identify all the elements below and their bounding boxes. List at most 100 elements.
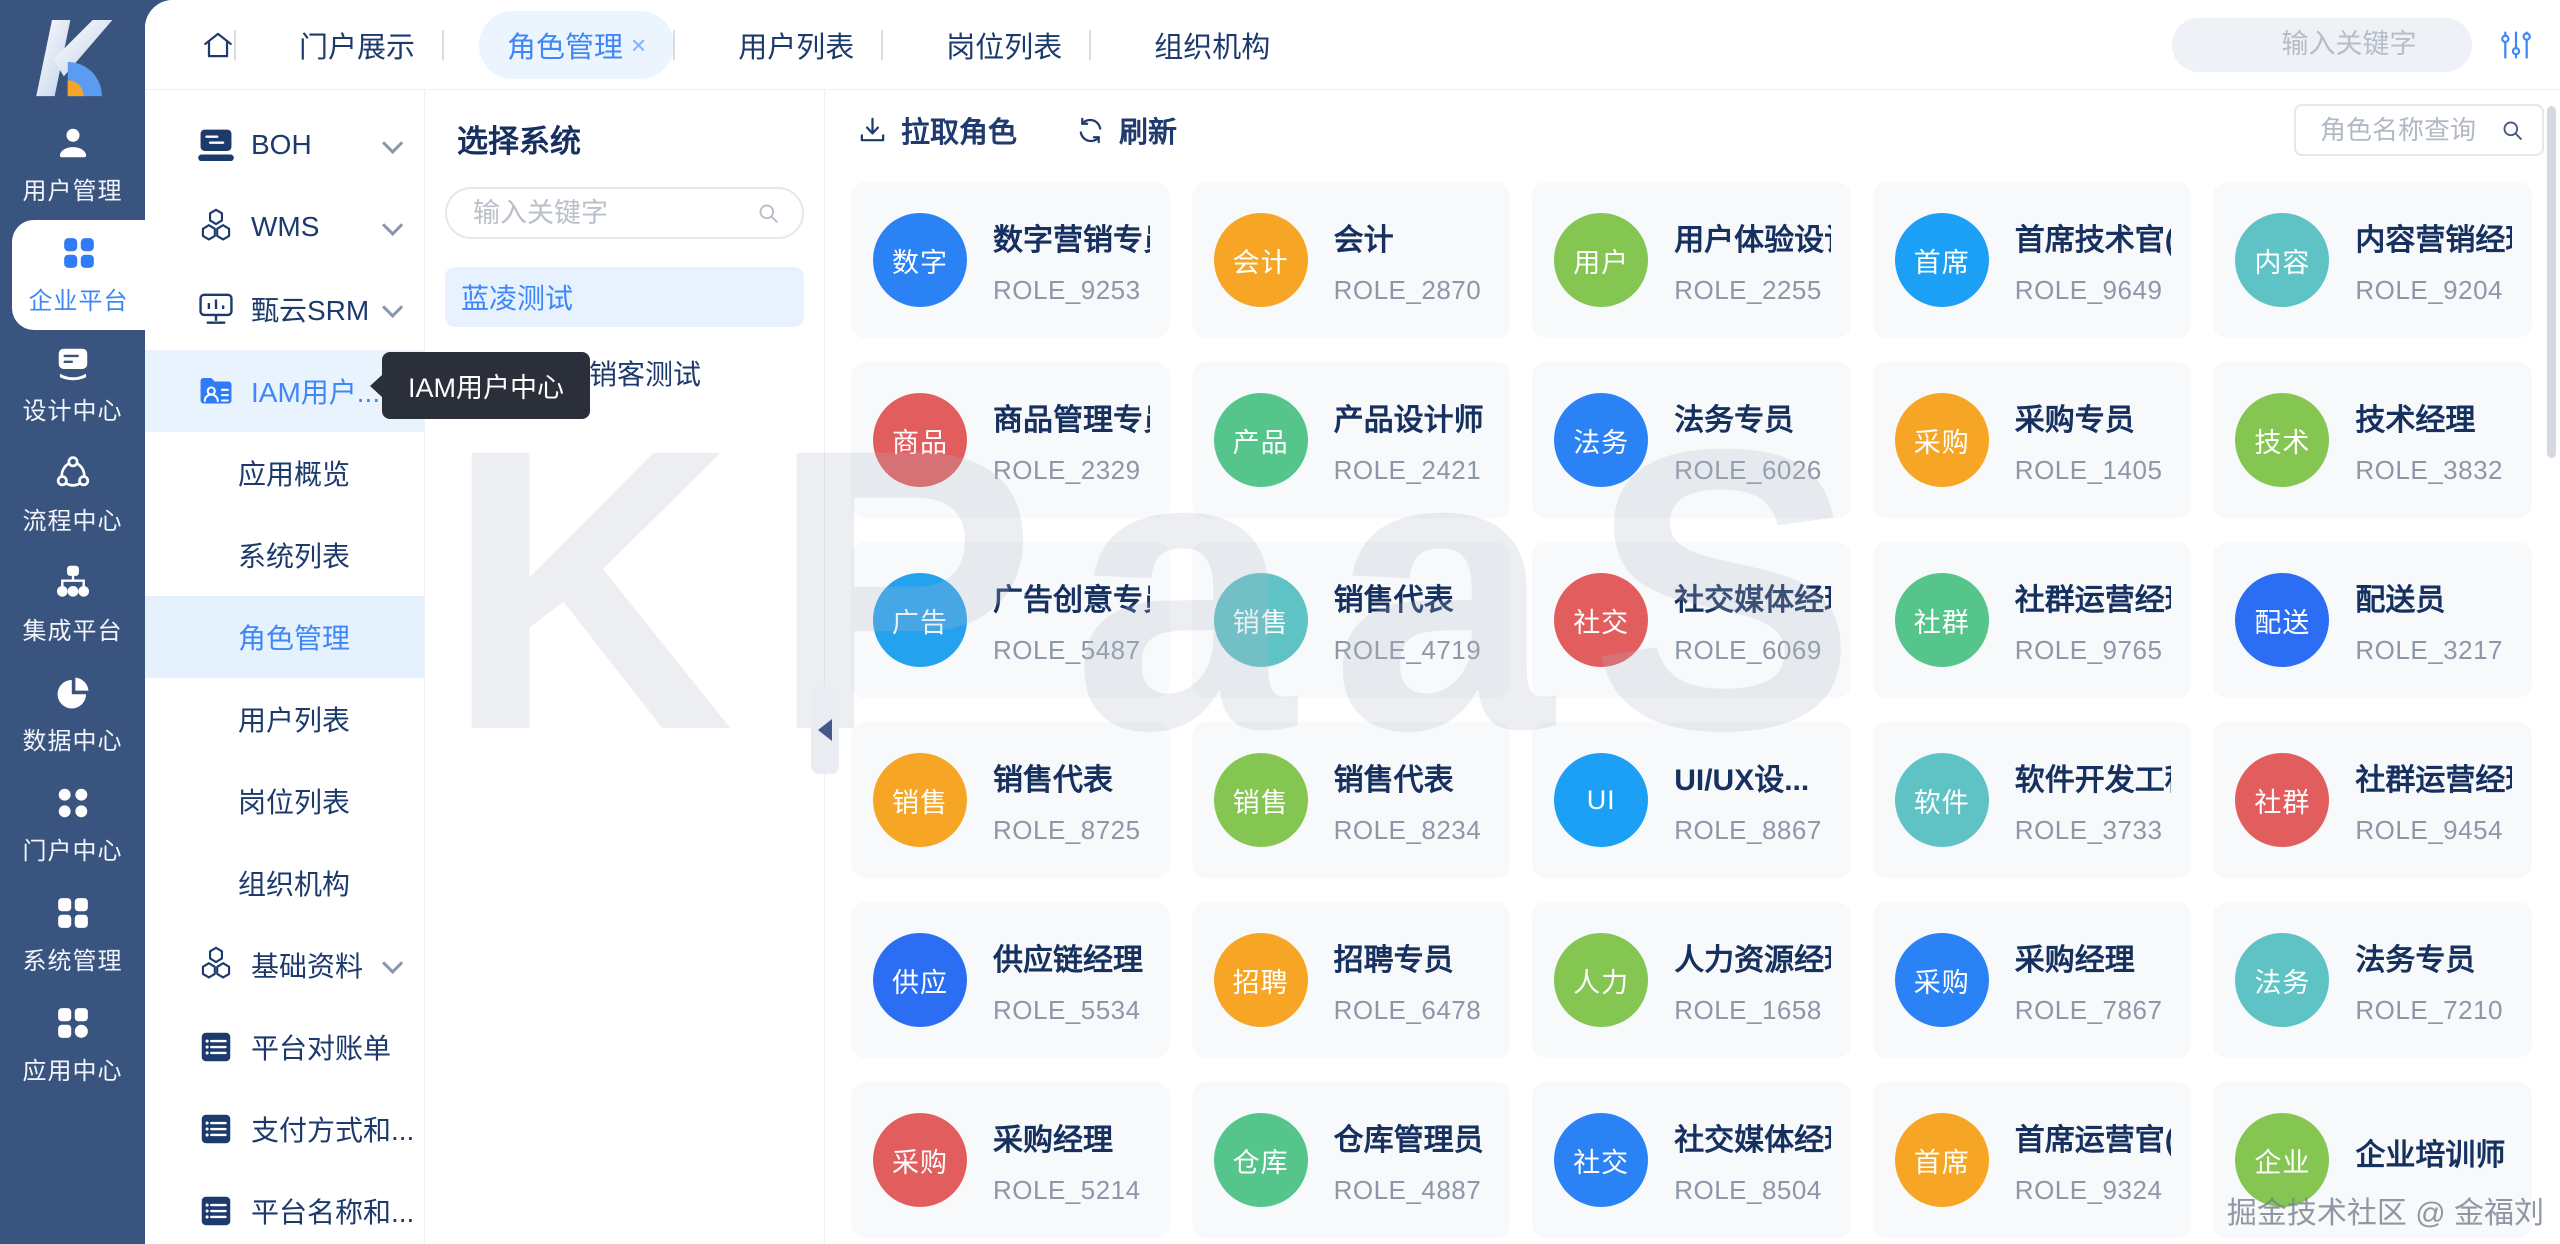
role-avatar: 采购 bbox=[1895, 933, 1989, 1027]
menu-item[interactable]: 平台对账单 bbox=[145, 1006, 424, 1088]
vertical-scrollbar-thumb[interactable] bbox=[2547, 106, 2556, 458]
system-search[interactable] bbox=[445, 187, 804, 239]
menu-item[interactable]: 应用概览 bbox=[145, 432, 424, 514]
workspace-tab[interactable]: 组织机构 × bbox=[1126, 11, 1298, 79]
role-card[interactable]: 销售 销售代表 ROLE_8234 bbox=[1192, 722, 1511, 878]
role-card[interactable]: 供应 供应链经理 ROLE_5534 bbox=[851, 902, 1170, 1058]
role-card[interactable]: 首席 首席运营官(... ROLE_9324 bbox=[1873, 1082, 2192, 1238]
role-card[interactable]: 产品 产品设计师 ROLE_2421 bbox=[1192, 362, 1511, 518]
role-card-info: 法务专员 ROLE_6026 bbox=[1674, 395, 1822, 486]
chevron-down-icon[interactable] bbox=[382, 132, 403, 153]
role-card[interactable]: 人力 人力资源经理 ROLE_1658 bbox=[1532, 902, 1851, 1058]
role-card[interactable]: 社群 社群运营经理 ROLE_9765 bbox=[1873, 542, 2192, 698]
chevron-down-icon[interactable] bbox=[382, 296, 403, 317]
menu-item[interactable]: 系统列表 bbox=[145, 514, 424, 596]
role-card[interactable]: 招聘 招聘专员 ROLE_6478 bbox=[1192, 902, 1511, 1058]
menu-item[interactable]: 平台名称和... bbox=[145, 1170, 424, 1244]
role-avatar: 法务 bbox=[1554, 393, 1648, 487]
role-avatar: 社交 bbox=[1554, 1113, 1648, 1207]
menu-item[interactable]: 用户列表 bbox=[145, 678, 424, 760]
role-card[interactable]: 数字 数字营销专员 ROLE_9253 bbox=[851, 182, 1170, 338]
tab-label: 用户列表 bbox=[738, 24, 854, 66]
menu-item[interactable]: 组织机构 bbox=[145, 842, 424, 924]
menu-tooltip: IAM用户中心 bbox=[382, 352, 590, 419]
panel-collapse-handle[interactable] bbox=[811, 686, 839, 774]
menu-item[interactable]: 岗位列表 bbox=[145, 760, 424, 842]
role-name-search-input[interactable] bbox=[2320, 115, 2499, 146]
chevron-down-icon[interactable] bbox=[382, 214, 403, 235]
menu-item[interactable]: WMS bbox=[145, 186, 424, 268]
rail-nav-item[interactable]: 门户中心 bbox=[0, 770, 145, 880]
menu-item[interactable]: 甄云SRM bbox=[145, 268, 424, 350]
role-title: 采购经理 bbox=[2015, 935, 2163, 979]
toolbar-action-button[interactable]: 拉取角色 bbox=[857, 109, 1017, 151]
workspace-tab[interactable]: 岗位列表 × bbox=[918, 11, 1090, 79]
role-card-info: 仓库管理员 ROLE_4887 bbox=[1334, 1115, 1484, 1206]
role-card[interactable]: 商品 商品管理专员 ROLE_2329 bbox=[851, 362, 1170, 518]
system-list-item[interactable]: 蓝凌测试 bbox=[445, 267, 804, 327]
home-button[interactable] bbox=[201, 28, 235, 62]
rail-nav-item[interactable]: 集成平台 bbox=[0, 550, 145, 660]
role-card[interactable]: 销售 销售代表 ROLE_8725 bbox=[851, 722, 1170, 878]
role-card[interactable]: 采购 采购经理 ROLE_7867 bbox=[1873, 902, 2192, 1058]
role-card[interactable]: 社群 社群运营经理 ROLE_9454 bbox=[2213, 722, 2532, 878]
rail-nav-label: 门户中心 bbox=[23, 831, 123, 866]
rail-nav-item[interactable]: 企业平台 bbox=[12, 220, 145, 330]
role-name-search[interactable] bbox=[2294, 104, 2544, 156]
role-code: ROLE_9765 bbox=[2015, 635, 2172, 666]
content-area: 门户展示 × 角色管理 × 用户列表 × 岗位列表 × bbox=[145, 0, 2560, 1244]
role-card[interactable]: 首席 首席技术官(... ROLE_9649 bbox=[1873, 182, 2192, 338]
role-avatar: 配送 bbox=[2235, 573, 2329, 667]
role-card[interactable]: UI UI/UX设... ROLE_8867 bbox=[1532, 722, 1851, 878]
role-code: ROLE_1658 bbox=[1674, 995, 1831, 1026]
global-search-input[interactable] bbox=[2172, 29, 2526, 60]
role-card-info: 销售代表 ROLE_8234 bbox=[1334, 755, 1482, 846]
rail-nav-item[interactable]: 应用中心 bbox=[0, 990, 145, 1100]
role-card[interactable]: 企业 企业培训师 bbox=[2213, 1082, 2532, 1238]
workspace-tab[interactable]: 门户展示 × bbox=[271, 11, 443, 79]
role-card[interactable]: 采购 采购经理 ROLE_5214 bbox=[851, 1082, 1170, 1238]
menu-item[interactable]: 支付方式和... bbox=[145, 1088, 424, 1170]
rail-nav-item[interactable]: 流程中心 bbox=[0, 440, 145, 550]
role-title: 首席技术官(... bbox=[2015, 215, 2172, 259]
chevron-down-icon[interactable] bbox=[382, 952, 403, 973]
role-card[interactable]: 法务 法务专员 ROLE_7210 bbox=[2213, 902, 2532, 1058]
role-card[interactable]: 会计 会计 ROLE_2870 bbox=[1192, 182, 1511, 338]
role-card[interactable]: 广告 广告创意专员 ROLE_5487 bbox=[851, 542, 1170, 698]
role-avatar: 社群 bbox=[1895, 573, 1989, 667]
role-card[interactable]: 配送 配送员 ROLE_3217 bbox=[2213, 542, 2532, 698]
role-code: ROLE_2255 bbox=[1674, 275, 1831, 306]
role-card[interactable]: 销售 销售代表 ROLE_4719 bbox=[1192, 542, 1511, 698]
rail-nav-item[interactable]: 设计中心 bbox=[0, 330, 145, 440]
role-card[interactable]: 社交 社交媒体经理 ROLE_6069 bbox=[1532, 542, 1851, 698]
menu-item[interactable]: BOH bbox=[145, 104, 424, 186]
rail-nav-item[interactable]: 数据中心 bbox=[0, 660, 145, 770]
workspace-tab[interactable]: 角色管理 × bbox=[479, 11, 674, 79]
role-code: ROLE_2421 bbox=[1334, 455, 1484, 486]
tab-close-icon[interactable]: × bbox=[631, 32, 646, 58]
workspace-tab[interactable]: 用户列表 × bbox=[710, 11, 882, 79]
role-card[interactable]: 用户 用户体验设计. ROLE_2255 bbox=[1532, 182, 1851, 338]
role-code: ROLE_2329 bbox=[993, 455, 1150, 486]
global-search[interactable] bbox=[2172, 18, 2472, 72]
menu-item[interactable]: 基础资料 bbox=[145, 924, 424, 1006]
filter-button[interactable] bbox=[2498, 27, 2534, 63]
rail-nav-item[interactable]: 系统管理 bbox=[0, 880, 145, 990]
role-card[interactable]: 内容 内容营销经理 ROLE_9204 bbox=[2213, 182, 2532, 338]
system-search-input[interactable] bbox=[473, 198, 755, 229]
brand-logo-icon[interactable] bbox=[31, 16, 115, 100]
role-card[interactable]: 仓库 仓库管理员 ROLE_4887 bbox=[1192, 1082, 1511, 1238]
rail-nav-item[interactable]: 用户管理 bbox=[0, 110, 145, 220]
role-card[interactable]: 采购 采购专员 ROLE_1405 bbox=[1873, 362, 2192, 518]
toolbar-action-button[interactable]: 刷新 bbox=[1075, 109, 1177, 151]
menu-item[interactable]: 角色管理 bbox=[145, 596, 424, 678]
role-card[interactable]: 社交 社交媒体经理 ROLE_8504 bbox=[1532, 1082, 1851, 1238]
role-title: 社群运营经理 bbox=[2015, 575, 2172, 619]
menu-item-icon bbox=[197, 290, 235, 328]
role-avatar: 首席 bbox=[1895, 1113, 1989, 1207]
role-card[interactable]: 法务 法务专员 ROLE_6026 bbox=[1532, 362, 1851, 518]
role-card-info: 广告创意专员 ROLE_5487 bbox=[993, 575, 1150, 666]
role-avatar: 法务 bbox=[2235, 933, 2329, 1027]
role-card[interactable]: 软件 软件开发工程. ROLE_3733 bbox=[1873, 722, 2192, 878]
role-card[interactable]: 技术 技术经理 ROLE_3832 bbox=[2213, 362, 2532, 518]
